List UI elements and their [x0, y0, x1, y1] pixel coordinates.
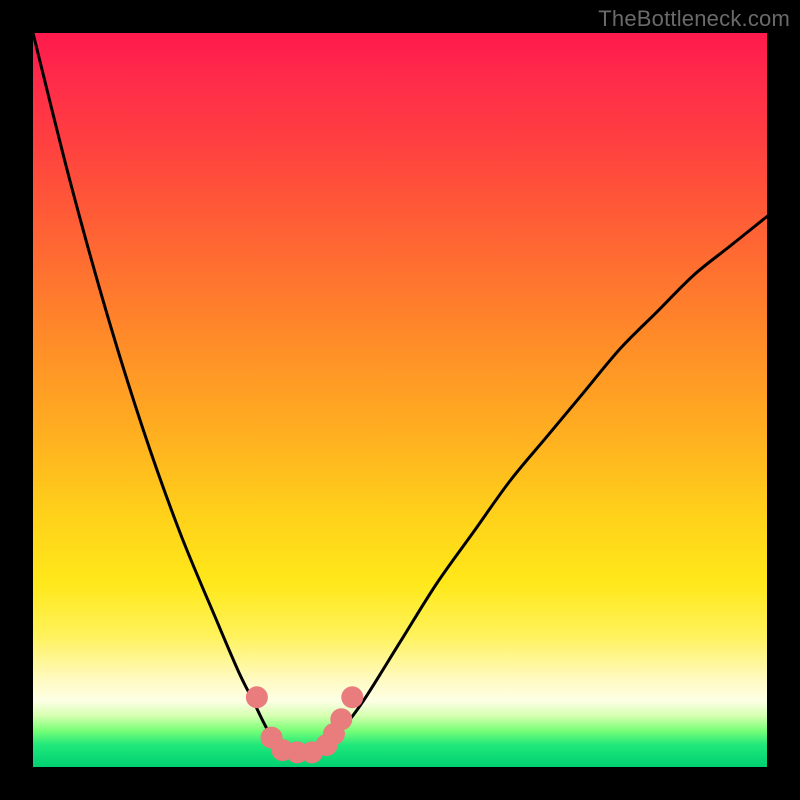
watermark-text: TheBottleneck.com [598, 6, 790, 32]
chart-frame: TheBottleneck.com [0, 0, 800, 800]
highlight-dot [330, 708, 352, 730]
highlight-dot [246, 686, 268, 708]
plot-area [33, 33, 767, 767]
bottleneck-curve [33, 33, 767, 757]
curve-layer [33, 33, 767, 767]
highlight-dot [341, 686, 363, 708]
